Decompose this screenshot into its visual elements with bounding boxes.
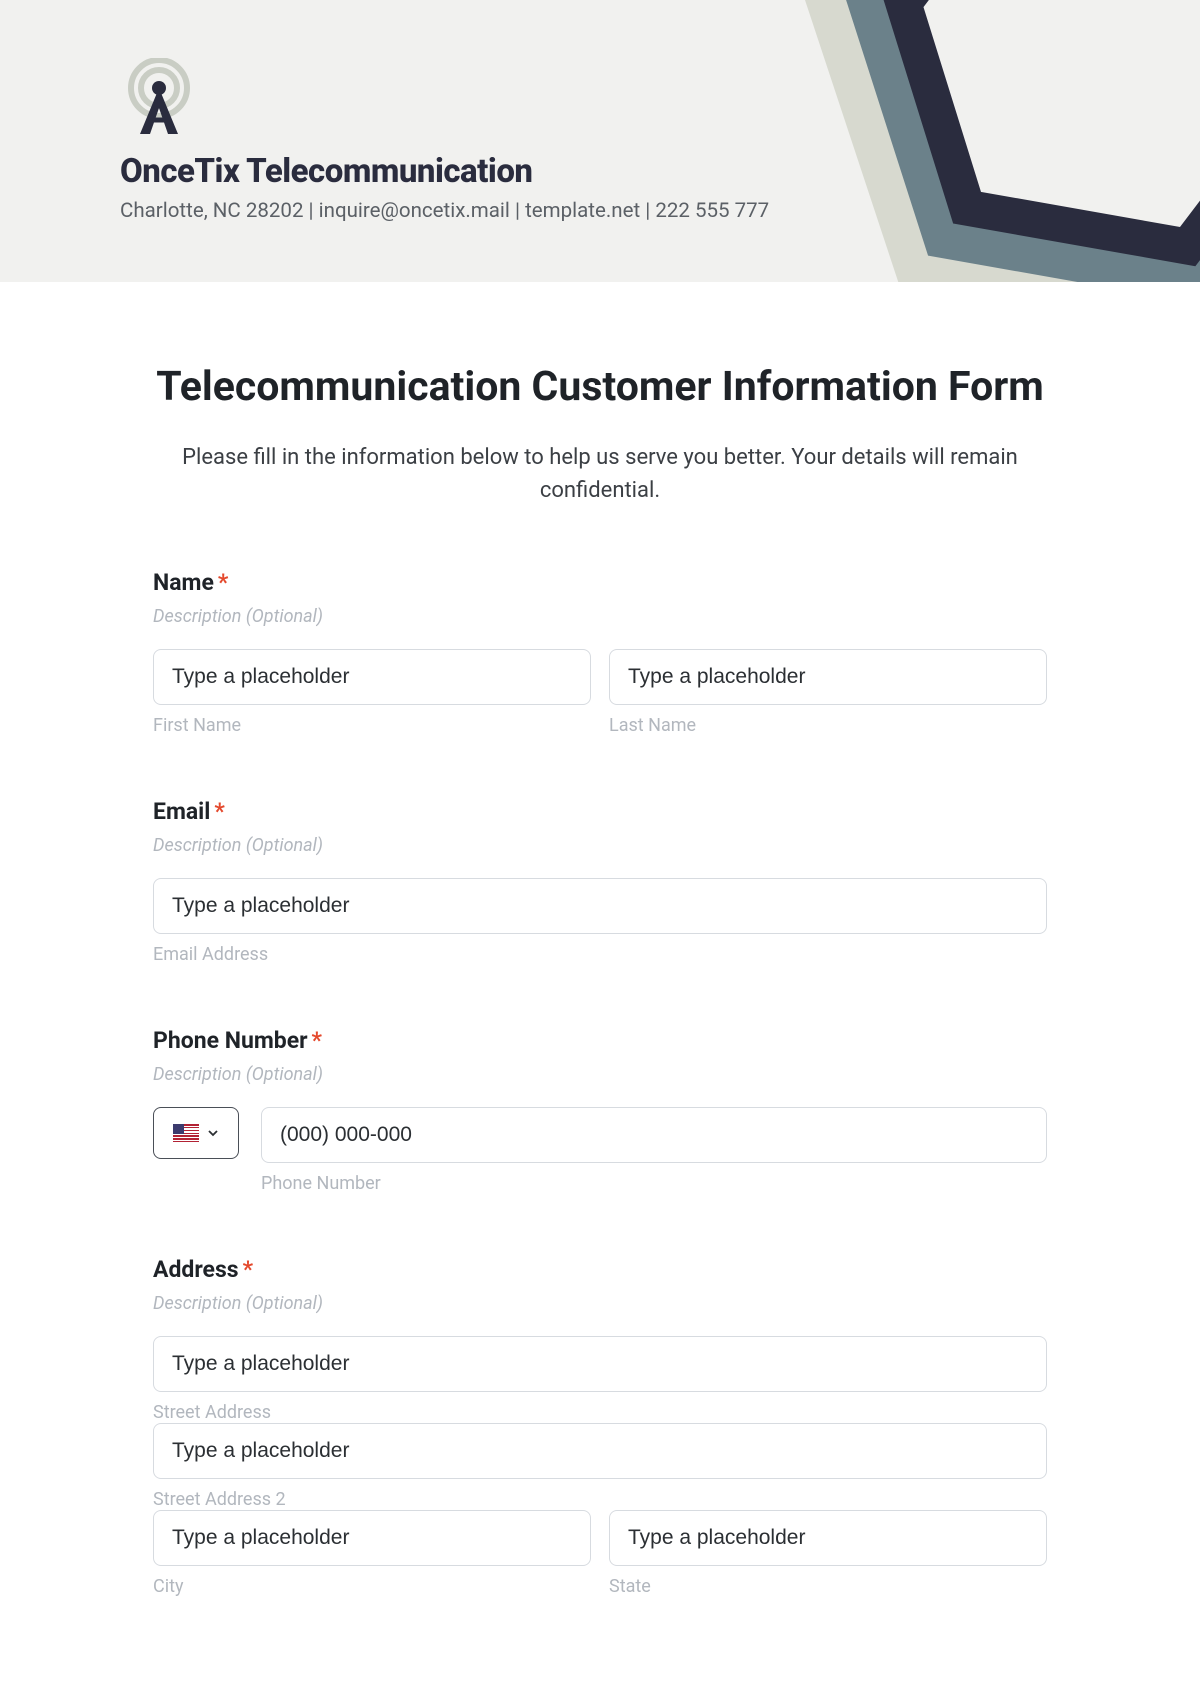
form-title: Telecommunication Customer Information F… [153, 362, 1047, 413]
required-asterisk: * [312, 1027, 322, 1054]
header-banner: OnceTix Telecommunication Charlotte, NC … [0, 0, 1200, 282]
decorative-hexagon [756, 0, 1200, 282]
last-name-sublabel: Last Name [609, 715, 1047, 736]
name-description[interactable]: Description (Optional) [153, 606, 1047, 627]
email-label-text: Email [153, 798, 210, 825]
phone-label-text: Phone Number [153, 1027, 308, 1054]
phone-description[interactable]: Description (Optional) [153, 1064, 1047, 1085]
company-name: OnceTix Telecommunication [120, 152, 769, 191]
email-label: Email* [153, 798, 1047, 825]
required-asterisk: * [218, 569, 228, 596]
street-address-2-input[interactable] [153, 1423, 1047, 1479]
address-description[interactable]: Description (Optional) [153, 1293, 1047, 1314]
phone-label: Phone Number* [153, 1027, 1047, 1054]
form-intro: Please fill in the information below to … [153, 441, 1047, 507]
address-label-text: Address [153, 1256, 239, 1283]
chevron-down-icon [207, 1127, 219, 1139]
phone-field-group: Phone Number* Description (Optional) [153, 1027, 1047, 1194]
state-input[interactable] [609, 1510, 1047, 1566]
street-address-sublabel: Street Address [153, 1402, 1047, 1423]
logo-block: OnceTix Telecommunication Charlotte, NC … [120, 58, 769, 223]
company-contact-meta: Charlotte, NC 28202 | inquire@oncetix.ma… [120, 199, 769, 223]
address-field-group: Address* Description (Optional) Street A… [153, 1256, 1047, 1597]
email-input[interactable] [153, 878, 1047, 934]
us-flag-icon [173, 1124, 199, 1142]
name-field-group: Name* Description (Optional) First Name … [153, 569, 1047, 736]
country-code-select[interactable] [153, 1107, 239, 1159]
email-description[interactable]: Description (Optional) [153, 835, 1047, 856]
name-label-text: Name [153, 569, 214, 596]
state-sublabel: State [609, 1576, 1047, 1597]
required-asterisk: * [243, 1256, 253, 1283]
address-label: Address* [153, 1256, 1047, 1283]
required-asterisk: * [214, 798, 224, 825]
first-name-input[interactable] [153, 649, 591, 705]
antenna-tower-icon [120, 58, 769, 140]
last-name-input[interactable] [609, 649, 1047, 705]
phone-input[interactable] [261, 1107, 1047, 1163]
city-input[interactable] [153, 1510, 591, 1566]
street-address-2-sublabel: Street Address 2 [153, 1489, 1047, 1510]
phone-sublabel: Phone Number [261, 1173, 1047, 1194]
city-sublabel: City [153, 1576, 591, 1597]
first-name-sublabel: First Name [153, 715, 591, 736]
street-address-input[interactable] [153, 1336, 1047, 1392]
email-sublabel: Email Address [153, 944, 1047, 965]
email-field-group: Email* Description (Optional) Email Addr… [153, 798, 1047, 965]
name-label: Name* [153, 569, 1047, 596]
form-content: Telecommunication Customer Information F… [153, 282, 1047, 1637]
